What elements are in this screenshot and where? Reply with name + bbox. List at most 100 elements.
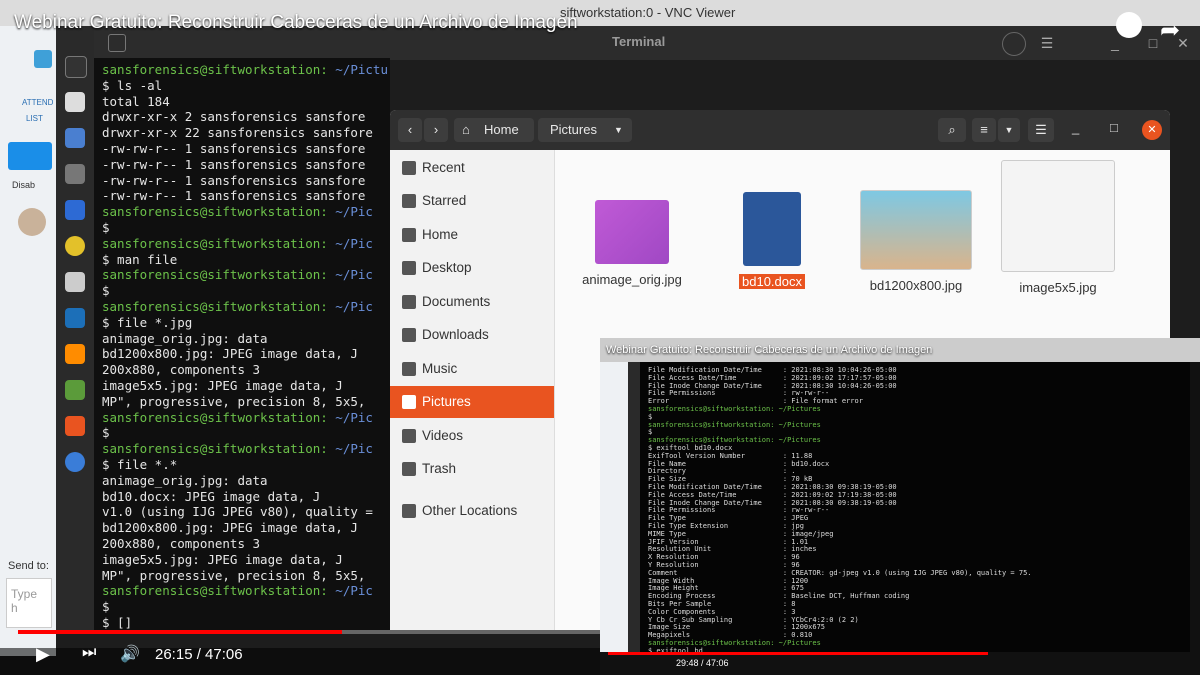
tool-dock-icon[interactable] — [65, 164, 85, 184]
sidebar-item-home[interactable]: Home — [390, 219, 554, 251]
pictures-icon — [402, 395, 416, 409]
terminal-line: animage_orig.jpg: data — [102, 330, 268, 346]
terminal-line: -rw-rw-r-- 1 sansforensics sansfore — [102, 156, 366, 172]
time-display: 26:15 / 47:06 — [155, 646, 243, 663]
terminal-line: total 184 — [102, 93, 170, 109]
watch-later-icon[interactable] — [1115, 12, 1142, 38]
windows-dock-icon[interactable] — [65, 380, 85, 400]
document-dock-icon[interactable] — [65, 272, 85, 292]
file-name: bd1200x800.jpg — [869, 278, 963, 293]
disable-label: Disab — [12, 180, 36, 190]
pip-terminal-line: Y Cb Cr Sub Sampling : YCbCr4:2:0 (2 2) — [648, 615, 859, 624]
chat-placeholder: Type h — [11, 587, 38, 615]
file-item[interactable]: bd1200x800.jpg — [856, 160, 976, 293]
terminal-path: ~/Pic — [327, 299, 373, 314]
pip-terminal-line: MIME Type : image/jpeg — [648, 529, 834, 538]
list-view-button[interactable]: ≡ — [972, 118, 996, 142]
pip-terminal-line: $ — [648, 428, 653, 437]
pip-terminal-line: Resolution Unit : inches — [648, 545, 817, 554]
sidebar-item-documents[interactable]: Documents — [390, 286, 554, 318]
pip-terminal-line: Encoding Process : Baseline DCT, Huffman… — [648, 592, 910, 601]
terminal-line: MP", progressive, precision 8, 5x5, — [102, 393, 366, 409]
files-dock-icon[interactable] — [65, 92, 85, 112]
new-tab-icon[interactable] — [108, 34, 126, 52]
sidebar-item-pictures[interactable]: Pictures — [390, 386, 554, 418]
disk-dock-icon[interactable] — [65, 236, 85, 256]
disable-checkbox[interactable]: Disab — [12, 180, 35, 190]
pip-terminal-line: $ exiftool bd10.docx — [648, 444, 733, 452]
sidebar-item-recent[interactable]: Recent — [390, 152, 554, 184]
terminal-path: ~/Pic — [327, 409, 373, 425]
file-manager-header: ‹ › ⌂ Home Pictures ▼ ⌕ ≡ ▼ ☰ _ □ ✕ — [390, 110, 1170, 150]
software-dock-icon[interactable] — [65, 416, 85, 436]
notes-dock-icon[interactable] — [65, 200, 85, 220]
pip-dock — [628, 362, 640, 652]
pip-terminal-line: ExifTool Version Number : 11.88 — [648, 451, 813, 460]
maximize-button[interactable]: □ — [1110, 120, 1118, 135]
play-icon[interactable]: ▶ — [36, 644, 50, 665]
file-item[interactable]: bd10.docx — [712, 160, 832, 289]
terminal-line: -rw-rw-r-- 1 sansforensics sansfore — [102, 141, 366, 156]
sidebar-item-music[interactable]: Music — [390, 353, 554, 385]
pip-progress-bar — [608, 652, 988, 655]
video-title[interactable]: Webinar Gratuito: Reconstruir Cabeceras … — [14, 12, 578, 34]
wireshark-dock-icon[interactable] — [65, 308, 85, 328]
path-home-label: Home — [484, 122, 519, 137]
terminal-prompt: sansforensics@siftworkstation: — [102, 62, 328, 77]
share-icon[interactable]: ➦ — [1160, 18, 1186, 44]
terminal-line: $ — [102, 220, 110, 235]
terminal-path: ~/Pic — [327, 441, 373, 457]
ubuntu-dock — [56, 26, 94, 630]
forward-button[interactable]: › — [424, 118, 448, 142]
path-home-button[interactable]: ⌂ Home — [454, 118, 534, 142]
hamburger-menu-button[interactable]: ☰ — [1028, 118, 1054, 142]
pip-terminal-line: File Permissions : rw-rw-r-- — [648, 389, 830, 398]
search-icon[interactable] — [1002, 32, 1026, 56]
pip-terminal-line: $ — [648, 412, 653, 421]
video-controls: ▶ ⏭ 🔊 — [0, 640, 600, 675]
file-item[interactable]: image5x5.jpg — [998, 160, 1118, 295]
sidebar-item-other-locations[interactable]: Other Locations — [390, 495, 554, 527]
terminal-path: ~/Pic — [327, 204, 373, 220]
help-dock-icon[interactable] — [65, 452, 85, 472]
search-button[interactable]: ⌕ — [938, 118, 966, 142]
terminal-line: $ file *.* — [102, 457, 178, 472]
pip-video-title: Webinar Gratuito: Reconstruir Cabeceras … — [606, 344, 933, 356]
next-icon[interactable]: ⏭ — [82, 644, 96, 662]
volume-icon[interactable]: 🔊 — [120, 644, 140, 664]
other-locations-icon — [402, 504, 416, 518]
path-current-button[interactable]: Pictures ▼ — [538, 118, 632, 142]
pip-terminal-line: Directory : . — [648, 467, 796, 476]
sidebar-item-downloads[interactable]: Downloads — [390, 319, 554, 351]
join-button[interactable] — [8, 142, 52, 170]
pip-terminal-line: Megapixels : 0.810 — [648, 631, 813, 640]
terminal-line: bd1200x800.jpg: JPEG image data, J — [102, 346, 358, 362]
embedded-video-frame[interactable]: Webinar Gratuito: Reconstruir Cabeceras … — [600, 338, 1200, 675]
terminal-line: animage_orig.jpg: data — [102, 472, 268, 488]
menu-icon[interactable]: ☰ — [1036, 32, 1058, 54]
pip-terminal-line: sansforensics@siftworkstation: ~/Picture… — [648, 420, 821, 429]
terminal-line: sansforensics@siftworkstation: ~/Pic — [102, 236, 373, 251]
terminal-path: ~/Pic — [327, 235, 373, 251]
sidebar-item-starred[interactable]: Starred — [390, 185, 554, 217]
home-icon: ⌂ — [462, 122, 470, 137]
close-button[interactable]: ✕ — [1142, 120, 1162, 140]
minimize-button[interactable]: _ — [1072, 120, 1079, 135]
sidebar-item-desktop[interactable]: Desktop — [390, 252, 554, 284]
terminal-dock-icon[interactable] — [65, 56, 87, 78]
sidebar-item-videos[interactable]: Videos — [390, 420, 554, 452]
terminal-line: bd1200x800.jpg: JPEG image data, J — [102, 520, 358, 536]
progress-bar[interactable] — [18, 630, 343, 634]
terminal-line: sansforensics@siftworkstation: ~/Pic — [102, 583, 373, 598]
file-item[interactable]: animage_orig.jpg — [572, 160, 692, 287]
sidebar-item-trash[interactable]: Trash — [390, 453, 554, 485]
videos-icon — [402, 429, 416, 443]
back-button[interactable]: ‹ — [398, 118, 422, 142]
terminal-window[interactable]: sansforensics@siftworkstation: ~/Picture… — [94, 58, 390, 630]
pip-terminal-line: File Type Extension : jpg — [648, 522, 804, 530]
view-options-button[interactable]: ▼ — [998, 118, 1020, 142]
pip-left-panel — [600, 362, 628, 652]
chat-input[interactable]: Type h — [6, 578, 52, 628]
editor-dock-icon[interactable] — [65, 128, 85, 148]
vlc-dock-icon[interactable] — [65, 344, 85, 364]
